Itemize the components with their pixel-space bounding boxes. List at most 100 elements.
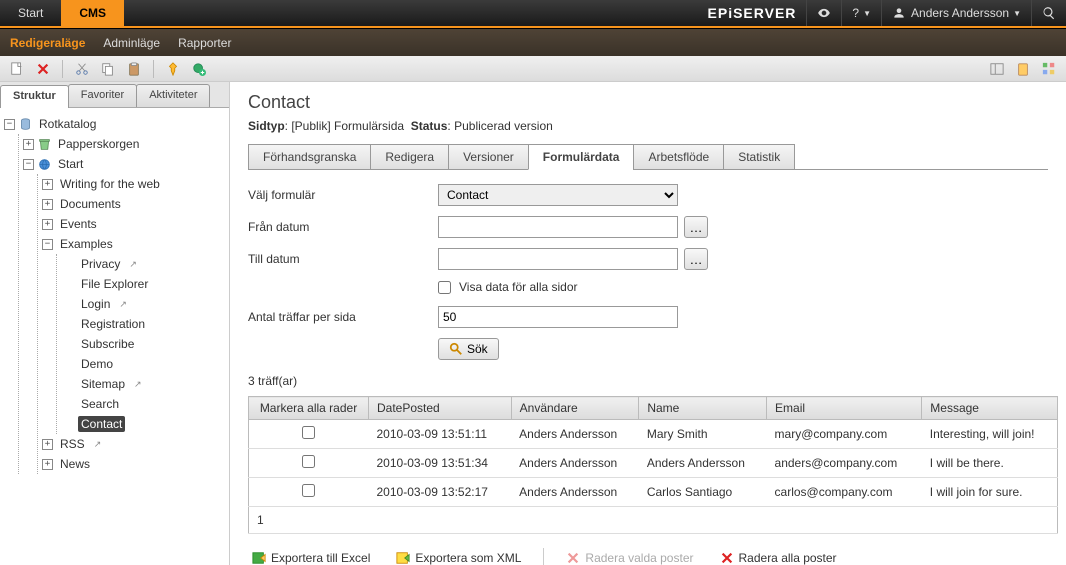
cut-icon[interactable]	[71, 59, 93, 79]
menu-bar: Redigeraläge Adminläge Rapporter	[0, 28, 1066, 56]
delete-icon	[720, 551, 734, 565]
export-xml-button[interactable]: Exportera som XML	[392, 548, 525, 565]
tree-node-login[interactable]: Login↗	[61, 294, 225, 314]
col-name[interactable]: Name	[639, 397, 767, 420]
panel-toggle-icon[interactable]	[986, 59, 1008, 79]
topbar-tab-start[interactable]: Start	[0, 0, 61, 26]
visa-alla-label: Visa data för alla sidor	[459, 280, 578, 294]
tree-node-privacy[interactable]: Privacy↗	[61, 254, 225, 274]
search-icon[interactable]	[1031, 0, 1066, 26]
content-tabs: Förhandsgranska Redigera Versioner Formu…	[248, 143, 1048, 170]
globe-plus-icon[interactable]	[188, 59, 210, 79]
paste-icon[interactable]	[123, 59, 145, 79]
col-msg[interactable]: Message	[922, 397, 1058, 420]
page-tree: − Rotkatalog + Papperskorgen − Start +Wr…	[0, 108, 229, 565]
clipboard-icon[interactable]	[1012, 59, 1034, 79]
tab-formulardata[interactable]: Formulärdata	[528, 144, 635, 170]
table-row: 2010-03-09 13:52:17 Anders Andersson Car…	[249, 478, 1058, 507]
tree-node-search[interactable]: Search	[61, 394, 225, 414]
fran-datum-picker-button[interactable]: …	[684, 216, 708, 238]
tree-node-documents[interactable]: +Documents	[42, 194, 225, 214]
tab-versioner[interactable]: Versioner	[448, 144, 529, 170]
excel-icon	[252, 551, 266, 565]
fran-datum-input[interactable]	[438, 216, 678, 238]
till-datum-picker-button[interactable]: …	[684, 248, 708, 270]
tab-forhandsgranska[interactable]: Förhandsgranska	[248, 144, 371, 170]
col-mark[interactable]: Markera alla rader	[249, 397, 369, 420]
sok-button[interactable]: Sök	[438, 338, 499, 360]
sidebar: Struktur Favoriter Aktiviteter − Rotkata…	[0, 82, 230, 565]
globe-icon	[38, 158, 51, 171]
grid-icon[interactable]	[1038, 59, 1060, 79]
menubar-item-reports[interactable]: Rapporter	[178, 36, 231, 50]
results-table: Markera alla rader DatePosted Användare …	[248, 396, 1058, 534]
pin-icon[interactable]	[162, 59, 184, 79]
till-datum-label: Till datum	[248, 252, 438, 266]
antal-input[interactable]	[438, 306, 678, 328]
tab-statistik[interactable]: Statistik	[723, 144, 795, 170]
search-icon	[449, 342, 463, 356]
tree-node-registration[interactable]: Registration	[61, 314, 225, 334]
col-date[interactable]: DatePosted	[369, 397, 512, 420]
col-email[interactable]: Email	[767, 397, 922, 420]
user-menu[interactable]: Anders Andersson▼	[881, 0, 1031, 26]
valj-formular-select[interactable]: Contact	[438, 184, 678, 206]
tree-node-trash[interactable]: + Papperskorgen	[23, 134, 225, 154]
topbar-tab-cms[interactable]: CMS	[61, 0, 124, 26]
shortcut-icon: ↗	[119, 299, 127, 310]
content-panel: Contact Sidtyp: [Publik] Formulärsida St…	[230, 82, 1066, 565]
tree-node-contact[interactable]: Contact	[61, 414, 225, 434]
visa-alla-checkbox[interactable]	[438, 281, 451, 294]
shortcut-icon: ↗	[94, 439, 102, 450]
export-excel-button[interactable]: Exportera till Excel	[248, 548, 374, 565]
toolbar	[0, 56, 1066, 82]
row-checkbox[interactable]	[302, 455, 315, 468]
tree-node-file-explorer[interactable]: File Explorer	[61, 274, 225, 294]
view-icon[interactable]	[806, 0, 841, 26]
fran-datum-label: Från datum	[248, 220, 438, 234]
till-datum-input[interactable]	[438, 248, 678, 270]
menubar-item-edit[interactable]: Redigeraläge	[10, 36, 85, 50]
row-checkbox[interactable]	[302, 426, 315, 439]
top-bar: Start CMS EPiSERVER ?▼ Anders Andersson▼	[0, 0, 1066, 28]
tree-node-root[interactable]: − Rotkatalog	[4, 114, 225, 134]
page-title: Contact	[248, 92, 1048, 113]
hit-count: 3 träff(ar)	[248, 374, 1048, 388]
help-menu[interactable]: ?▼	[841, 0, 881, 26]
tree-node-rss[interactable]: +RSS↗	[42, 434, 225, 454]
sidebar-tab-struktur[interactable]: Struktur	[0, 85, 69, 108]
tree-node-demo[interactable]: Demo	[61, 354, 225, 374]
valj-formular-label: Välj formulär	[248, 188, 438, 202]
tree-node-news[interactable]: +News	[42, 454, 225, 474]
table-row: 2010-03-09 13:51:34 Anders Andersson And…	[249, 449, 1058, 478]
antal-label: Antal träffar per sida	[248, 310, 438, 324]
page-number[interactable]: 1	[249, 507, 1058, 534]
menubar-item-admin[interactable]: Adminläge	[103, 36, 160, 50]
new-page-icon[interactable]	[6, 59, 28, 79]
trash-icon	[38, 138, 51, 151]
shortcut-icon: ↗	[129, 259, 137, 270]
tab-arbetsflode[interactable]: Arbetsflöde	[633, 144, 724, 170]
table-row: 2010-03-09 13:51:11 Anders Andersson Mar…	[249, 420, 1058, 449]
shortcut-icon: ↗	[134, 379, 142, 390]
tab-redigera[interactable]: Redigera	[370, 144, 449, 170]
delete-icon[interactable]	[32, 59, 54, 79]
xml-icon	[396, 551, 410, 565]
sidebar-tab-aktiviteter[interactable]: Aktiviteter	[136, 84, 210, 107]
delete-all-button[interactable]: Radera alla poster	[716, 548, 841, 565]
delete-selected-button: Radera valda poster	[562, 548, 697, 565]
tree-node-sitemap[interactable]: Sitemap↗	[61, 374, 225, 394]
tree-node-subscribe[interactable]: Subscribe	[61, 334, 225, 354]
tree-node-writing[interactable]: +Writing for the web	[42, 174, 225, 194]
row-checkbox[interactable]	[302, 484, 315, 497]
tree-node-examples[interactable]: −Examples	[42, 234, 225, 254]
page-meta: Sidtyp: [Publik] Formulärsida Status: Pu…	[248, 119, 1048, 133]
copy-icon[interactable]	[97, 59, 119, 79]
tree-node-start[interactable]: − Start	[23, 154, 225, 174]
bottom-actions: Exportera till Excel Exportera som XML R…	[248, 548, 1048, 565]
pager-row: 1	[249, 507, 1058, 534]
tree-node-events[interactable]: +Events	[42, 214, 225, 234]
sidebar-tab-favoriter[interactable]: Favoriter	[68, 84, 137, 107]
brand-logo: EPiSERVER	[698, 0, 807, 26]
col-user[interactable]: Användare	[511, 397, 639, 420]
